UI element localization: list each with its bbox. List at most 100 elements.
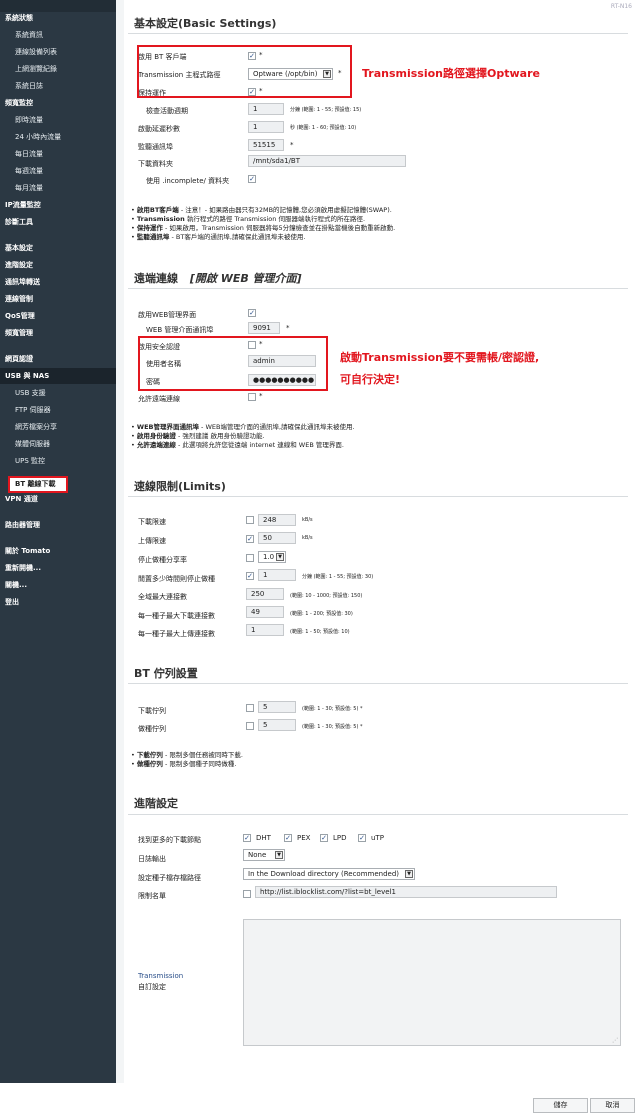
idle-checkbox[interactable]: ✓	[246, 572, 254, 580]
sidebar-item[interactable]: IP流量監控	[0, 197, 116, 213]
sidebar-item[interactable]: 媒體伺服器	[0, 436, 116, 452]
listen-port-input[interactable]: 51515	[248, 139, 284, 151]
sidebar-item[interactable]: 系統日誌	[0, 78, 116, 94]
sidebar-item[interactable]: 連線管制	[0, 291, 116, 307]
sidebar-item[interactable]: 診斷工具	[0, 214, 116, 230]
auth-highlight-box	[138, 336, 328, 391]
sidebar-item[interactable]: 即時流量	[0, 112, 116, 128]
sidebar-item[interactable]: 頻寬管理	[0, 325, 116, 341]
webui-port-input[interactable]: 9091	[248, 322, 280, 334]
sidebar-item[interactable]: 登出	[0, 594, 116, 610]
webui-checkbox[interactable]: ✓	[248, 309, 256, 317]
sidebar-item[interactable]: 每月流量	[0, 180, 116, 196]
custom-label-line2: 自訂設定	[138, 983, 166, 991]
dht-label: DHT	[256, 834, 271, 842]
check-interval-input[interactable]: 1	[248, 103, 284, 115]
blocklist-checkbox[interactable]	[243, 890, 251, 898]
sidebar-item[interactable]: 上網瀏覽紀錄	[0, 61, 116, 77]
torrent-path-select[interactable]: In the Download directory (Recommended) …	[243, 868, 415, 880]
idle-input[interactable]: 1	[258, 569, 296, 581]
custom-settings-textarea[interactable]: ⋰	[243, 919, 621, 1046]
note-item: • 監聽通訊埠 - BT客戶端的通訊埠,請確保此通訊埠未被使用.	[131, 231, 305, 241]
sidebar-item-bt-download[interactable]: BT 離線下載	[8, 476, 68, 493]
sidebar-item[interactable]: 頻寬監控	[0, 95, 116, 111]
note-item: • 做種佇列 - 限制多個種子同時做種.	[131, 758, 236, 768]
dl-limit-input[interactable]: 248	[258, 514, 296, 526]
path-highlight-box	[137, 45, 352, 98]
sidebar-item[interactable]: 系統狀態	[0, 10, 116, 26]
basic-settings-title: 基本設定(Basic Settings)	[134, 17, 277, 30]
sidebar-item[interactable]: 關於 Tomato	[0, 543, 116, 559]
dl-queue-checkbox[interactable]	[246, 704, 254, 712]
advanced-title: 進階設定	[134, 797, 178, 810]
seed-queue-checkbox[interactable]	[246, 722, 254, 730]
limits-title: 速線限制(Limits)	[134, 480, 226, 493]
sidebar-item[interactable]: USB 支援	[0, 385, 116, 401]
torrent-upload-hint: (範圍: 1 - 50; 預設值: 10)	[290, 629, 350, 635]
sidebar-item[interactable]: 進階設定	[0, 257, 116, 273]
resize-grip-icon[interactable]: ⋰	[612, 1037, 618, 1044]
sidebar-item[interactable]: USB 與 NAS	[0, 368, 116, 384]
sidebar-item[interactable]: VPN 通道	[0, 491, 116, 507]
log-output-select[interactable]: None ▼	[243, 849, 285, 861]
lpd-checkbox[interactable]: ✓	[320, 834, 328, 842]
torrent-peers-hint: (範圍: 1 - 200; 預設值: 30)	[290, 611, 353, 617]
sidebar-item[interactable]: 關機...	[0, 577, 116, 593]
dl-limit-checkbox[interactable]	[246, 516, 254, 524]
cancel-button[interactable]: 取消	[590, 1098, 635, 1113]
log-output-value: None	[248, 851, 267, 859]
idle-hint: 分鐘 (範圍: 1 - 55; 預設值: 30)	[302, 574, 374, 580]
note-text: - 限制多個種子同時做種.	[162, 760, 237, 768]
blocklist-label: 限制名單	[138, 892, 166, 900]
section-divider	[128, 33, 628, 34]
global-peers-input[interactable]: 250	[246, 588, 284, 600]
sidebar-item[interactable]: 網頁認證	[0, 351, 116, 367]
path-callout: Transmission路徑選擇Optware	[362, 67, 540, 80]
allow-wan-checkbox[interactable]	[248, 393, 256, 401]
section-divider	[128, 683, 628, 684]
sidebar-item[interactable]: 網芳檔案分享	[0, 419, 116, 435]
ul-limit-label: 上傳限速	[138, 537, 166, 545]
sidebar-item[interactable]: 連線設備列表	[0, 44, 116, 60]
sidebar-item[interactable]: FTP 伺服器	[0, 402, 116, 418]
dl-limit-label: 下載限速	[138, 518, 166, 526]
check-interval-label: 檢查活動週期	[146, 107, 188, 115]
download-dir-input[interactable]: /mnt/sda1/BT	[248, 155, 406, 167]
sidebar-item[interactable]: 基本設定	[0, 240, 116, 256]
start-delay-input[interactable]: 1	[248, 121, 284, 133]
start-delay-label: 啟動延遲秒數	[138, 125, 180, 133]
sidebar-item[interactable]: 重新開機...	[0, 560, 116, 576]
sidebar-item[interactable]: 24 小時內流量	[0, 129, 116, 145]
ratio-select[interactable]: 1.0 ▼	[258, 551, 286, 563]
seed-queue-input[interactable]: 5	[258, 719, 296, 731]
queue-title: BT 佇列設置	[134, 667, 198, 680]
lpd-label: LPD	[333, 834, 347, 842]
dl-queue-input[interactable]: 5	[258, 701, 296, 713]
sidebar-item[interactable]: 每日流量	[0, 146, 116, 162]
ratio-checkbox[interactable]	[246, 554, 254, 562]
sidebar-item[interactable]: 系統資訊	[0, 27, 116, 43]
sidebar-item[interactable]: 路由器管理	[0, 517, 116, 533]
sidebar-item[interactable]: UPS 監控	[0, 453, 116, 469]
incomplete-checkbox[interactable]: ✓	[248, 175, 256, 183]
auth-callout-line2: 可自行決定!	[340, 373, 401, 386]
start-delay-hint: 秒 (範圍: 1 - 60; 預設值: 10)	[290, 125, 357, 131]
ul-limit-checkbox[interactable]: ✓	[246, 535, 254, 543]
ul-limit-input[interactable]: 50	[258, 532, 296, 544]
torrent-upload-input[interactable]: 1	[246, 624, 284, 636]
utp-checkbox[interactable]: ✓	[358, 834, 366, 842]
utp-label: uTP	[371, 834, 384, 842]
sidebar-item[interactable]: 每週流量	[0, 163, 116, 179]
torrent-peers-input[interactable]: 49	[246, 606, 284, 618]
blocklist-input[interactable]: http://list.iblocklist.com/?list=bt_leve…	[255, 886, 557, 898]
save-button[interactable]: 儲存	[533, 1098, 588, 1113]
sidebar-item[interactable]: 通訊埠轉送	[0, 274, 116, 290]
section-divider	[128, 814, 628, 815]
note-text: - 此選項將允許您從遠端 internet 連線和 WEB 管理界面.	[175, 441, 344, 449]
sidebar-item[interactable]: QoS管理	[0, 308, 116, 324]
dht-checkbox[interactable]: ✓	[243, 834, 251, 842]
torrent-upload-label: 每一種子最大上傳連接數	[138, 630, 215, 638]
pex-label: PEX	[297, 834, 311, 842]
pex-checkbox[interactable]: ✓	[284, 834, 292, 842]
note-term: 允許遠端連線	[136, 441, 176, 449]
